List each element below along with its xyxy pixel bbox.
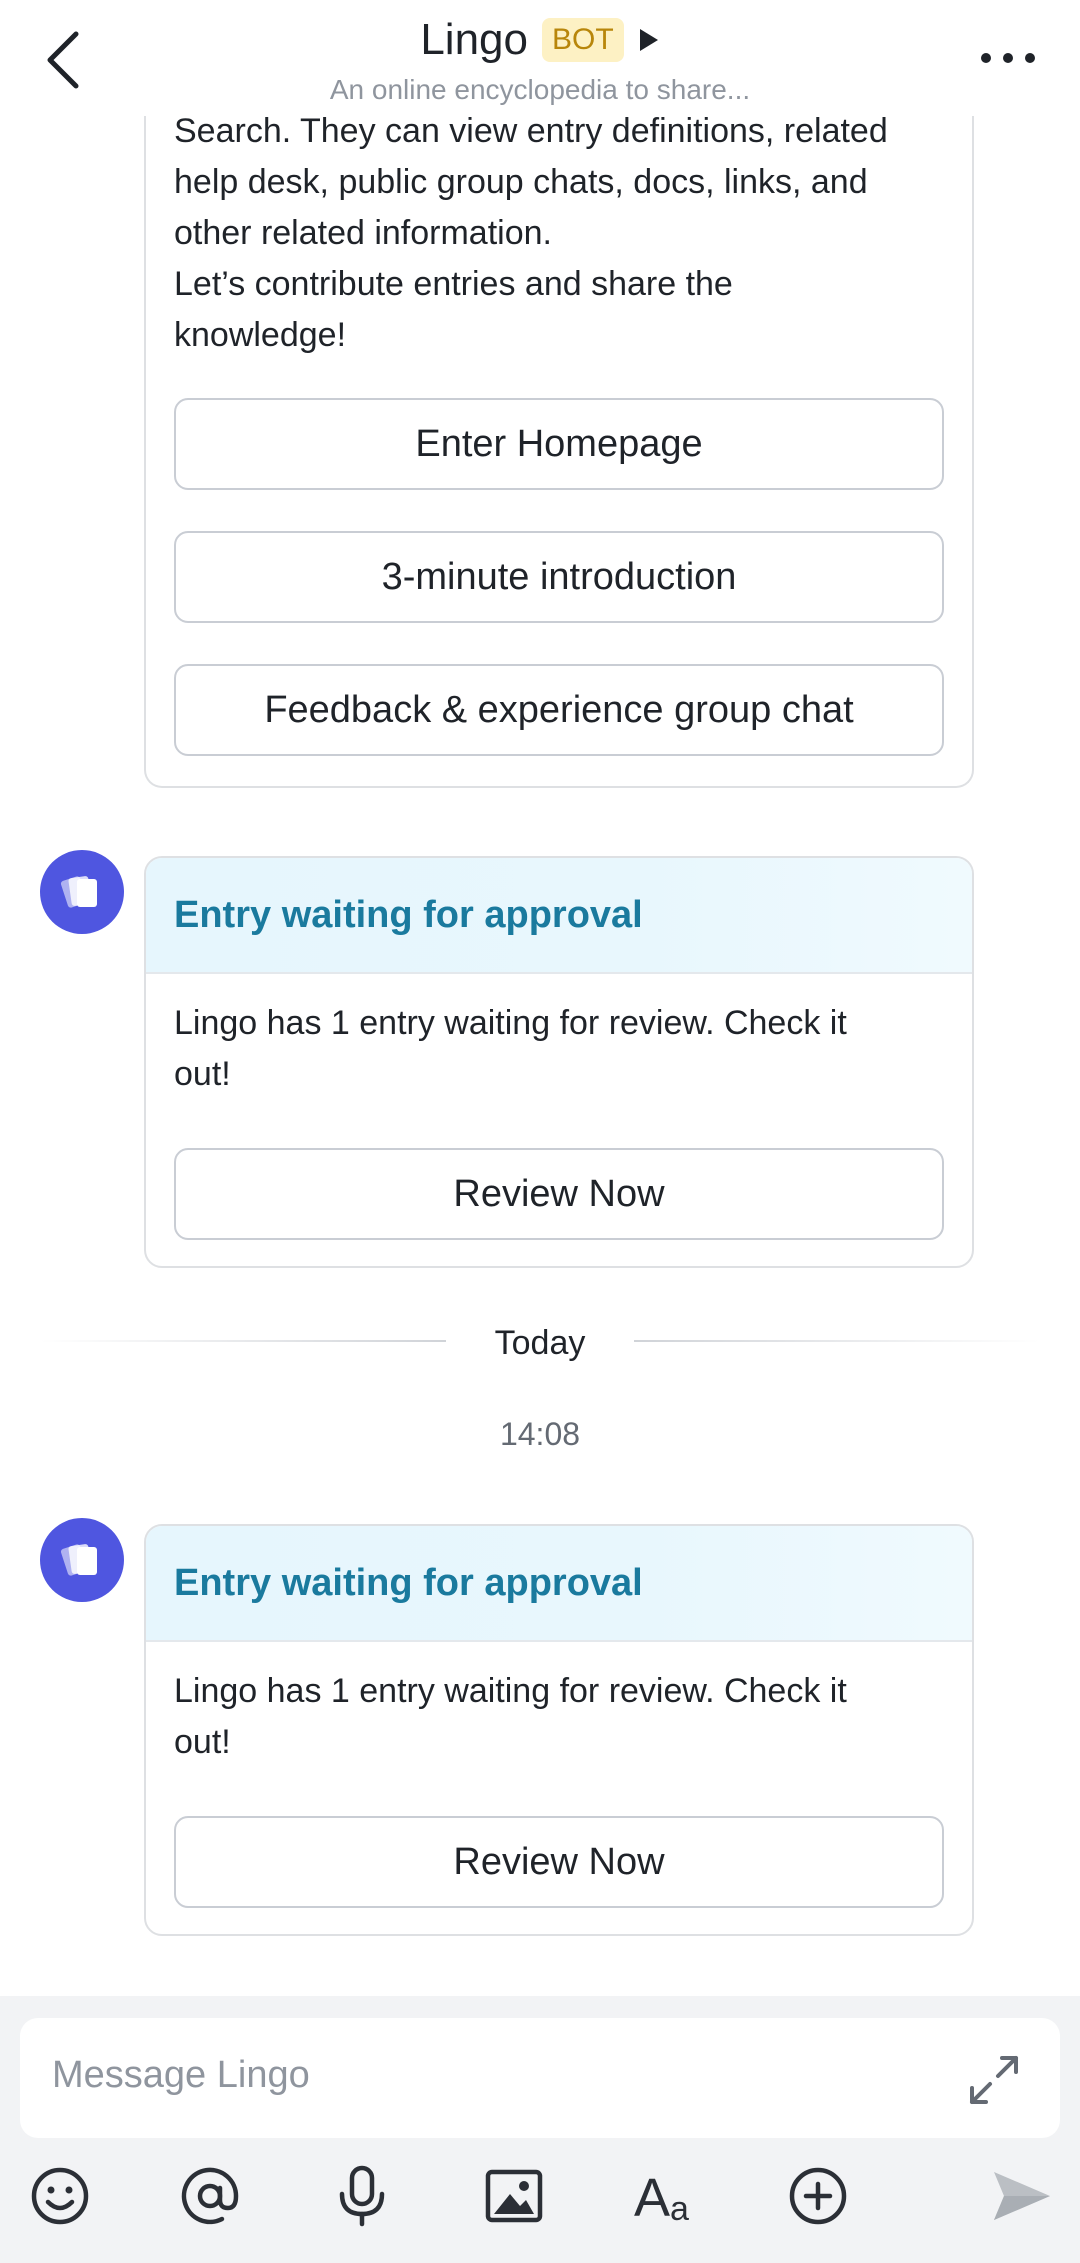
svg-text:A: A [634, 2168, 670, 2228]
approval-card-title: Entry waiting for approval [174, 1562, 643, 1604]
chat-title: Lingo [420, 15, 528, 64]
add-icon[interactable] [786, 2164, 850, 2228]
svg-text:a: a [670, 2190, 689, 2228]
image-icon[interactable] [482, 2164, 546, 2228]
text-format-icon[interactable]: A a [634, 2164, 706, 2228]
approval-card-title: Entry waiting for approval [174, 894, 643, 936]
intro-line: knowledge! [174, 316, 347, 354]
approval-card-text: Lingo has 1 entry waiting for review. Ch… [174, 1666, 954, 1768]
message-composer: Message Lingo A a [0, 1996, 1080, 2263]
mention-icon[interactable] [178, 2164, 242, 2228]
date-label: Today [494, 1324, 586, 1362]
approval-text-line: Lingo has 1 entry waiting for review. Ch… [174, 1004, 847, 1042]
send-icon[interactable] [990, 2164, 1054, 2228]
intro-text: Search. They can view entry definitions,… [174, 106, 954, 361]
timestamp: 14:08 [499, 1416, 581, 1452]
more-options-icon[interactable] [980, 50, 1036, 66]
approval-card-header: Entry waiting for approval [146, 858, 972, 974]
enter-homepage-button[interactable]: Enter Homepage [174, 398, 944, 490]
play-icon [639, 29, 658, 51]
intro-card: Search. They can view entry definitions,… [144, 96, 974, 788]
intro-line: other related information. [174, 214, 552, 252]
bot-avatar[interactable] [40, 1518, 124, 1602]
chat-subtitle: An online encyclopedia to share... [329, 74, 751, 105]
intro-line: help desk, public group chats, docs, lin… [174, 163, 868, 201]
introduction-button[interactable]: 3-minute introduction [174, 531, 944, 623]
message-placeholder: Message Lingo [52, 2054, 310, 2096]
approval-text-line: Lingo has 1 entry waiting for review. Ch… [174, 1672, 847, 1710]
bot-avatar[interactable] [40, 850, 124, 934]
intro-line: Let’s contribute entries and share the [174, 265, 733, 303]
chat-header: Lingo BOT An online encyclopedia to shar… [0, 0, 1080, 116]
emoji-icon[interactable] [28, 2164, 92, 2228]
title-row[interactable]: Lingo BOT [0, 10, 1080, 70]
approval-text-line: out! [174, 1055, 231, 1093]
approval-card: Entry waiting for approval Lingo has 1 e… [144, 856, 974, 1268]
bot-badge: BOT [542, 18, 624, 62]
separator-line [634, 1340, 1040, 1342]
approval-card-header: Entry waiting for approval [146, 1526, 972, 1642]
cards-icon [60, 1544, 97, 1576]
microphone-icon[interactable] [330, 2164, 394, 2228]
approval-card: Entry waiting for approval Lingo has 1 e… [144, 1524, 974, 1936]
expand-icon[interactable] [966, 2052, 1022, 2108]
feedback-group-chat-button[interactable]: Feedback & experience group chat [174, 664, 944, 756]
approval-text-line: out! [174, 1723, 231, 1761]
cards-icon [60, 876, 97, 908]
message-input[interactable]: Message Lingo [20, 2018, 1060, 2138]
date-separator: Today [0, 1316, 1080, 1376]
approval-card-text: Lingo has 1 entry waiting for review. Ch… [174, 998, 954, 1100]
review-now-button[interactable]: Review Now [174, 1816, 944, 1908]
review-now-button[interactable]: Review Now [174, 1148, 944, 1240]
